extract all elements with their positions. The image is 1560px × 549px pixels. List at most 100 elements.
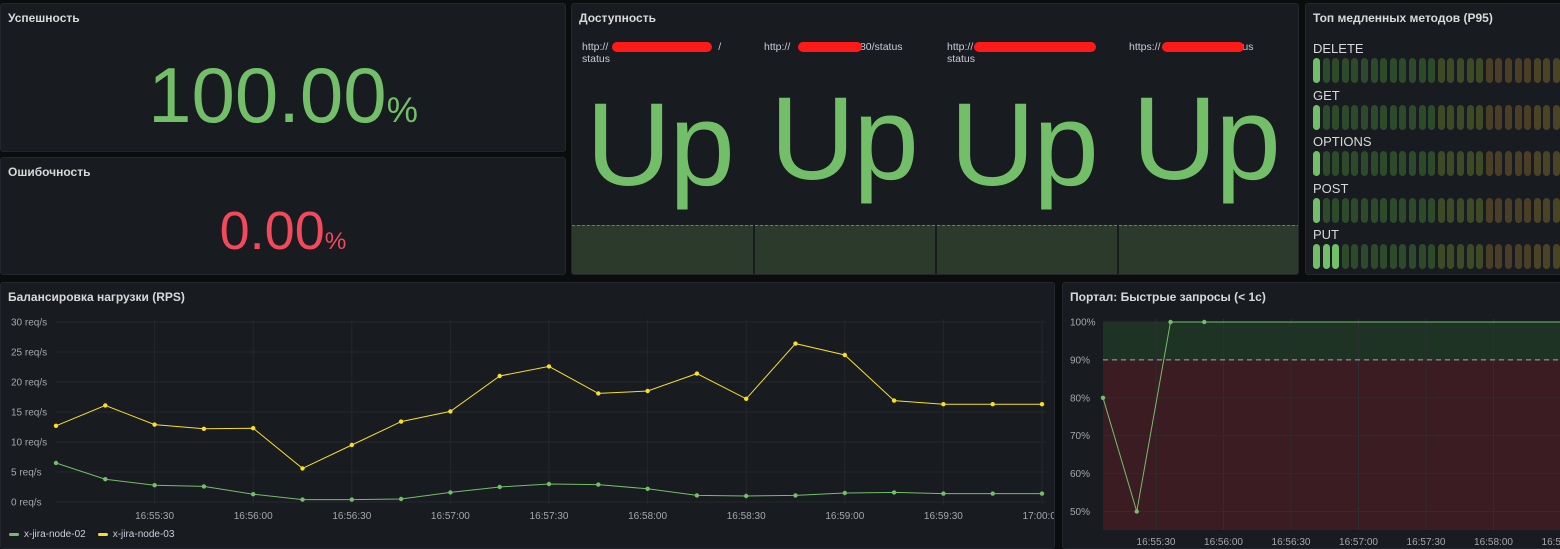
- series-point: [694, 371, 700, 376]
- series-point: [1134, 509, 1139, 514]
- status-up-1: Up: [586, 79, 735, 211]
- series-point: [1039, 402, 1045, 407]
- x-tick-label: 16:58:00: [1474, 537, 1513, 548]
- gauge-cell: [1322, 104, 1330, 130]
- gauge-cell: [1466, 58, 1474, 83]
- gauge-cell: [1437, 244, 1445, 269]
- gauge-cell: [1447, 104, 1455, 130]
- series-point: [842, 352, 847, 358]
- alert-region: [1103, 359, 1560, 530]
- success-number: 100.00: [148, 51, 387, 139]
- gauge-cell: [1524, 58, 1532, 83]
- gauge-cell: [1380, 244, 1388, 269]
- gauge-cell: [1409, 244, 1416, 269]
- gauge-cell: [1322, 197, 1330, 223]
- gauge-cell: [1553, 151, 1560, 176]
- gauge-cell: [1361, 104, 1368, 130]
- series-point: [891, 490, 897, 495]
- series-point: [349, 442, 354, 448]
- gauge-cell: [1466, 104, 1474, 130]
- series-point: [53, 460, 59, 466]
- series-point: [990, 402, 995, 407]
- load-panel[interactable]: Балансировка нагрузки (RPS) 30 req/s 25 r…: [0, 282, 1055, 549]
- gauge-cell: [1313, 197, 1320, 223]
- y-tick-label: 30 req/s: [11, 318, 47, 329]
- x-tick-label: 16:56:30: [1272, 537, 1311, 548]
- y-tick-label: 15 req/s: [11, 408, 47, 419]
- availability-panel[interactable]: Доступность http:/// status Up http://80…: [571, 3, 1299, 275]
- gauge-cell: [1543, 104, 1551, 130]
- series-point: [546, 481, 552, 487]
- gauge-cell: [1341, 58, 1349, 83]
- series-point: [201, 484, 207, 489]
- legend-item-node-03[interactable]: x-jira-node-03: [97, 529, 174, 540]
- x-tick-label: 17:00:00: [1023, 511, 1055, 522]
- x-tick-label: 16:57:00: [431, 511, 470, 522]
- load-chart: 30 req/s 25 req/s 20 req/s 15 req/s 10 req/s…: [11, 318, 1055, 523]
- gauge-cell: [1514, 244, 1522, 269]
- gauge-cell: [1533, 104, 1541, 130]
- method-label: DELETE: [1313, 41, 1364, 56]
- series-point: [398, 419, 404, 424]
- gauge-cell: [1351, 244, 1359, 269]
- series-point: [448, 409, 453, 414]
- gauge-cell: [1428, 244, 1436, 269]
- y-tick-label: 50%: [1070, 507, 1090, 518]
- legend-item-node-02[interactable]: x-jira-node-02: [9, 529, 86, 540]
- status-up-4: Up: [1132, 73, 1281, 205]
- method-bargauge: [1313, 58, 1560, 83]
- gauge-cell: [1418, 197, 1426, 223]
- series-point: [941, 402, 946, 407]
- gauge-cell: [1543, 151, 1551, 176]
- gauge-cell: [1399, 197, 1407, 223]
- series-point: [990, 491, 995, 496]
- success-panel[interactable]: Успешность 100.00%: [0, 3, 566, 152]
- y-tick-label: 60%: [1070, 469, 1090, 480]
- gauge-cell: [1428, 58, 1436, 83]
- gauge-cell: [1428, 197, 1436, 223]
- gauge-cell: [1495, 244, 1503, 269]
- series-point: [694, 493, 700, 498]
- x-tick-label: 16:57:30: [1407, 537, 1446, 548]
- portal-panel[interactable]: Портал: Быстрые запросы (< 1с) 100% 90% 80…: [1062, 282, 1560, 549]
- gauge-cell: [1466, 197, 1474, 223]
- gauge-cell: [1313, 244, 1320, 269]
- gauge-cell: [1437, 197, 1445, 223]
- gauge-cell: [1351, 151, 1359, 176]
- slow-methods-panel[interactable]: Топ медленных методов (P95) DELETE GET OPT…: [1305, 3, 1560, 275]
- gauge-cell: [1322, 58, 1330, 83]
- series-point: [1100, 395, 1106, 400]
- availability-sparkline-2: [755, 225, 935, 274]
- gauge-cell: [1524, 104, 1532, 130]
- series-point: [398, 496, 404, 502]
- gauge-cell: [1313, 151, 1320, 176]
- series-point: [842, 490, 847, 496]
- gauge-cell: [1485, 244, 1493, 269]
- x-tick-label: 16:58:30: [1542, 537, 1560, 548]
- gauge-cell: [1380, 58, 1388, 83]
- errors-title: Ошибочность: [8, 165, 91, 179]
- errors-unit: %: [324, 228, 347, 255]
- gauge-cell: [1505, 104, 1512, 130]
- gauge-cell: [1361, 58, 1368, 83]
- gauge-cell: [1389, 244, 1397, 269]
- series-point: [152, 483, 157, 488]
- gauge-cell: [1389, 104, 1397, 130]
- load-legend: x-jira-node-02 x-jira-node-03: [9, 529, 174, 540]
- gauge-cell: [1457, 151, 1464, 176]
- gauge-cell: [1543, 58, 1551, 83]
- gauge-cell: [1495, 104, 1503, 130]
- gauge-cell: [1341, 104, 1349, 130]
- series-point: [103, 403, 108, 408]
- gauge-cell: [1389, 58, 1397, 83]
- errors-panel[interactable]: Ошибочность 0.00%: [0, 157, 566, 275]
- series-point: [103, 477, 108, 482]
- gauge-cell: [1370, 244, 1378, 269]
- series-point: [251, 426, 256, 431]
- gauge-cell: [1332, 58, 1340, 83]
- series-point: [941, 491, 946, 496]
- gauge-cell: [1370, 104, 1378, 130]
- gauge-cell: [1380, 197, 1388, 223]
- gauge-cell: [1409, 104, 1416, 130]
- series-point: [349, 497, 354, 502]
